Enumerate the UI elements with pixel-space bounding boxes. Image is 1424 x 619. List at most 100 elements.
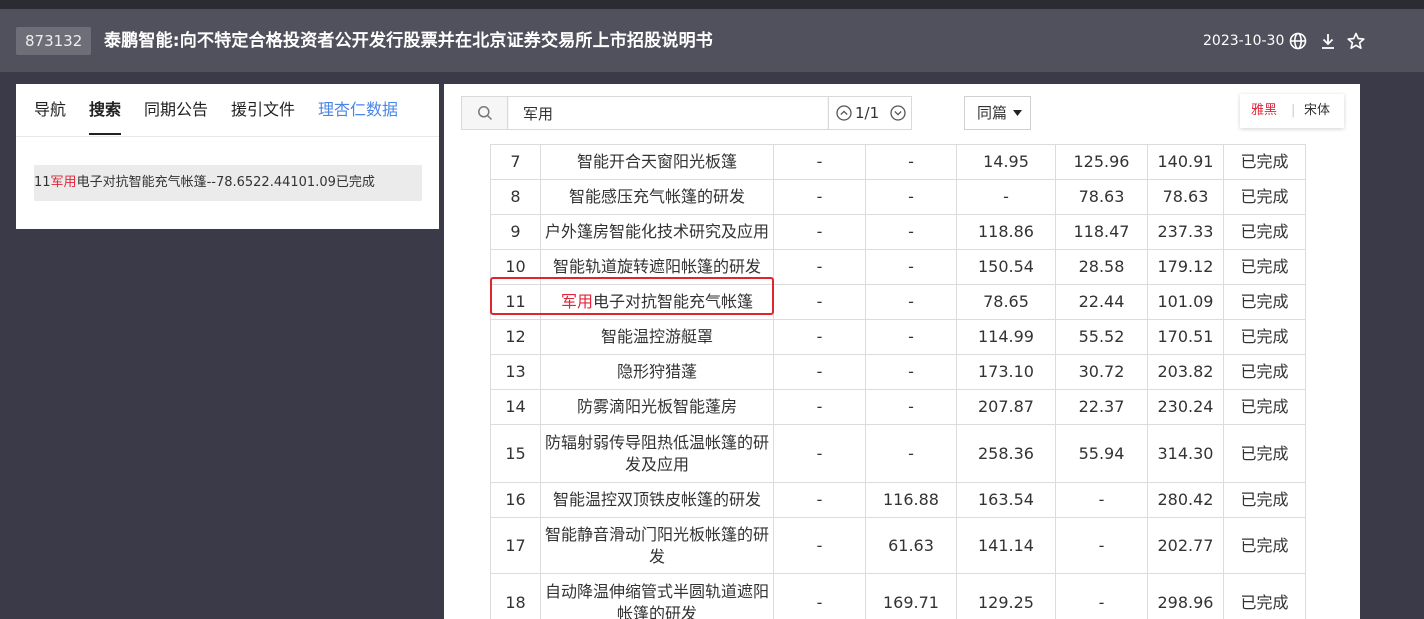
table-cell: 78.63 [1147, 179, 1224, 215]
table-row: 14 防雾滴阳光板智能蓬房 - - 207.87 22.37 230.24 已完… [490, 389, 1306, 425]
table-cell: - [956, 179, 1056, 215]
star-icon[interactable] [1346, 31, 1366, 51]
table-cell: - [865, 284, 957, 320]
table-cell: 55.52 [1055, 319, 1148, 355]
table-row: 18 自动降温伸缩管式半圆轨道遮阳帐篷的研发 - 169.71 129.25 -… [490, 573, 1306, 619]
download-icon[interactable] [1318, 31, 1338, 51]
table-cell: 140.91 [1147, 144, 1224, 180]
search-icon[interactable] [462, 97, 508, 129]
font-switch: 雅黑 | 宋体 [1240, 94, 1344, 128]
search-bar: 1/1 [461, 96, 912, 130]
table-row: 16 智能温控双顶铁皮帐篷的研发 - 116.88 163.54 - 280.4… [490, 482, 1306, 518]
tab-search[interactable]: 搜索 [89, 100, 122, 135]
table-cell: - [865, 424, 957, 483]
table-cell: 55.94 [1055, 424, 1148, 483]
row-number: 15 [490, 424, 541, 483]
previous-match-icon[interactable] [836, 105, 852, 121]
left-sidebar-panel: 导航 搜索 同期公告 援引文件 理杏仁数据 11军用电子对抗智能充气帐篷--78… [16, 84, 439, 229]
table-row: 9 户外篷房智能化技术研究及应用 - - 118.86 118.47 237.3… [490, 214, 1306, 250]
status-cell: 已完成 [1223, 354, 1306, 390]
table-cell: - [865, 389, 957, 425]
project-name: 防雾滴阳光板智能蓬房 [540, 389, 774, 425]
status-cell: 已完成 [1223, 424, 1306, 483]
table-cell: 237.33 [1147, 214, 1224, 250]
table-cell: 163.54 [956, 482, 1056, 518]
search-result-item[interactable]: 11军用电子对抗智能充气帐篷--78.6522.44101.09已完成 [34, 165, 422, 201]
table-cell: 230.24 [1147, 389, 1224, 425]
table-cell: 22.37 [1055, 389, 1148, 425]
document-date: 2023-10-30 [1203, 33, 1285, 49]
status-cell: 已完成 [1223, 179, 1306, 215]
tab-concurrent-announcements[interactable]: 同期公告 [144, 100, 208, 120]
table-cell: 129.25 [956, 573, 1056, 619]
table-cell: 78.63 [1055, 179, 1148, 215]
status-cell: 已完成 [1223, 249, 1306, 285]
status-cell: 已完成 [1223, 389, 1306, 425]
window-top-strip [0, 0, 1424, 9]
table-row-highlighted: 11 军用电子对抗智能充气帐篷 - - 78.65 22.44 101.09 已… [490, 284, 1306, 320]
tab-navigation[interactable]: 导航 [34, 100, 66, 120]
table-cell: 14.95 [956, 144, 1056, 180]
table-row: 12 智能温控游艇罩 - - 114.99 55.52 170.51 已完成 [490, 319, 1306, 355]
result-prefix: 11 [34, 175, 51, 190]
tab-lixinger-data[interactable]: 理杏仁数据 [318, 100, 398, 120]
font-option-yahei[interactable]: 雅黑 [1251, 94, 1277, 128]
row-number: 12 [490, 319, 541, 355]
table-cell: 203.82 [1147, 354, 1224, 390]
project-name: 智能温控双顶铁皮帐篷的研发 [540, 482, 774, 518]
search-scope-select[interactable]: 同篇 [964, 96, 1031, 130]
table-cell: - [773, 517, 866, 574]
table-cell: 61.63 [865, 517, 957, 574]
table-cell: - [865, 319, 957, 355]
table-cell: 101.09 [1147, 284, 1224, 320]
table-cell: 30.72 [1055, 354, 1148, 390]
table-cell: 125.96 [1055, 144, 1148, 180]
project-name: 户外篷房智能化技术研究及应用 [540, 214, 774, 250]
table-cell: - [773, 319, 866, 355]
row-number: 11 [490, 284, 541, 320]
font-option-songti[interactable]: 宋体 [1304, 94, 1330, 128]
table-cell: 118.86 [956, 214, 1056, 250]
table-cell: - [773, 284, 866, 320]
project-name: 智能轨道旋转遮阳帐篷的研发 [540, 249, 774, 285]
search-input[interactable] [509, 97, 827, 129]
row-number: 14 [490, 389, 541, 425]
table-row: 17 智能静音滑动门阳光板帐篷的研发 - 61.63 141.14 - 202.… [490, 517, 1306, 574]
match-count: 1/1 [855, 104, 880, 122]
table-cell: - [865, 179, 957, 215]
table-cell: 114.99 [956, 319, 1056, 355]
search-match-highlight: 军用 [560, 292, 593, 311]
stock-code-badge: 873132 [16, 27, 92, 55]
table-row: 7 智能开合天窗阳光板篷 - - 14.95 125.96 140.91 已完成 [490, 144, 1306, 180]
tab-cited-documents[interactable]: 援引文件 [231, 100, 295, 120]
project-name-rest: 电子对抗智能充气帐篷 [593, 292, 754, 311]
project-name: 智能开合天窗阳光板篷 [540, 144, 774, 180]
table-cell: - [773, 144, 866, 180]
table-cell: 118.47 [1055, 214, 1148, 250]
document-viewer: 1/1 同篇 雅黑 | 宋体 7 智能开合天窗阳光板篷 [444, 84, 1360, 619]
rd-projects-table: 7 智能开合天窗阳光板篷 - - 14.95 125.96 140.91 已完成… [490, 144, 1306, 619]
row-number: 9 [490, 214, 541, 250]
table-cell: 170.51 [1147, 319, 1224, 355]
globe-icon[interactable] [1288, 31, 1308, 51]
search-navigation: 1/1 [828, 97, 911, 129]
table-cell: 116.88 [865, 482, 957, 518]
table-cell: 202.77 [1147, 517, 1224, 574]
table-cell: - [773, 424, 866, 483]
table-cell: - [865, 249, 957, 285]
document-header: 873132 泰鹏智能:向不特定合格投资者公开发行股票并在北京证券交易所上市招股… [0, 9, 1424, 72]
table-cell: - [1055, 482, 1148, 518]
table-row: 15 防辐射弱传导阻热低温帐篷的研发及应用 - - 258.36 55.94 3… [490, 424, 1306, 483]
table-cell: - [773, 354, 866, 390]
row-number: 16 [490, 482, 541, 518]
table-cell: - [773, 179, 866, 215]
status-cell: 已完成 [1223, 517, 1306, 574]
project-name: 隐形狩猎蓬 [540, 354, 774, 390]
table-cell: - [773, 482, 866, 518]
next-match-icon[interactable] [890, 105, 906, 121]
result-highlight: 军用 [50, 175, 77, 190]
row-number: 10 [490, 249, 541, 285]
table-cell: - [773, 573, 866, 619]
table-cell: - [865, 214, 957, 250]
status-cell: 已完成 [1223, 214, 1306, 250]
